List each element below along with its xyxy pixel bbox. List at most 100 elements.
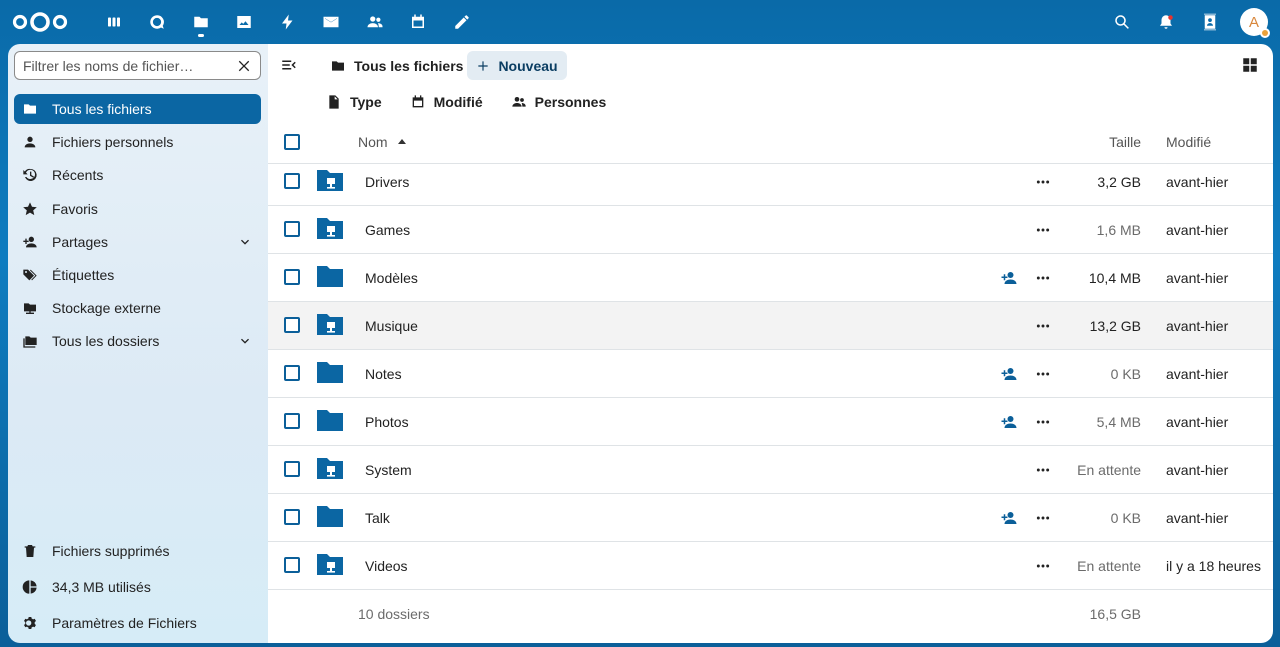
nav-item-recent[interactable]: Récents xyxy=(14,160,261,190)
talk-app[interactable] xyxy=(136,0,180,44)
share-icon xyxy=(1001,272,1017,284)
chevron-down-icon[interactable] xyxy=(237,333,253,349)
actions-menu-button[interactable] xyxy=(1033,508,1053,528)
sort-by-name-button[interactable]: Nom xyxy=(358,134,406,150)
file-row[interactable]: System En attente avant-hier xyxy=(268,446,1273,494)
share-button[interactable] xyxy=(1000,413,1018,431)
pie-chart-icon xyxy=(22,580,37,594)
file-name[interactable]: Talk xyxy=(365,510,390,526)
row-checkbox[interactable] xyxy=(284,461,300,477)
nextcloud-logo[interactable] xyxy=(12,10,68,34)
nav-item-label: Tous les fichiers xyxy=(52,101,152,117)
grid-view-toggle[interactable] xyxy=(1241,56,1261,76)
file-name[interactable]: Notes xyxy=(365,366,402,382)
actions-menu-button[interactable] xyxy=(1033,316,1053,336)
external-folder-icon xyxy=(316,552,344,576)
actions-menu-button[interactable] xyxy=(1033,460,1053,480)
file-list: Drivers 3,2 GB avant-hier Games 1,6 MB avant-… xyxy=(268,158,1273,590)
actions-menu-button[interactable] xyxy=(1033,412,1053,432)
clear-filter-button[interactable] xyxy=(236,58,252,74)
user-avatar[interactable]: A xyxy=(1240,8,1270,38)
files-content: Tous les fichiers Nouveau Type Modifié P… xyxy=(268,44,1273,643)
file-row[interactable]: Talk 0 KB avant-hier xyxy=(268,494,1273,542)
filter-people-button[interactable]: Personnes xyxy=(511,88,606,116)
nav-item-favorites[interactable]: Favoris xyxy=(14,194,261,224)
status-indicator xyxy=(1260,28,1270,38)
file-name[interactable]: Drivers xyxy=(365,174,409,190)
folder-icon xyxy=(24,104,36,114)
nav-item-external-storage[interactable]: Stockage externe xyxy=(14,293,261,323)
files-app[interactable] xyxy=(179,0,223,44)
notifications-button[interactable] xyxy=(1144,0,1188,44)
talk-icon xyxy=(150,15,165,29)
share-icon xyxy=(1001,512,1017,524)
filter-input[interactable] xyxy=(23,57,228,74)
file-name[interactable]: Photos xyxy=(365,414,409,430)
nav-item-shares[interactable]: Partages xyxy=(14,227,261,257)
filter-type-button[interactable]: Type xyxy=(326,88,382,116)
new-button[interactable]: Nouveau xyxy=(467,51,567,80)
file-row[interactable]: Videos En attente il y a 18 heures xyxy=(268,542,1273,590)
row-checkbox[interactable] xyxy=(284,413,300,429)
share-button[interactable] xyxy=(1000,509,1018,527)
nav-item-personal-files[interactable]: Fichiers personnels xyxy=(14,127,261,157)
file-row[interactable]: Musique 13,2 GB avant-hier xyxy=(268,302,1273,350)
nav-item-all-folders[interactable]: Tous les dossiers xyxy=(14,326,261,356)
row-checkbox[interactable] xyxy=(284,365,300,381)
mail-app[interactable] xyxy=(310,0,354,44)
nav-item-trashbin[interactable]: Fichiers supprimés xyxy=(14,536,261,566)
sort-by-modified-button[interactable]: Modifié xyxy=(1166,134,1211,150)
actions-menu-button[interactable] xyxy=(1033,556,1053,576)
file-row[interactable]: Notes 0 KB avant-hier xyxy=(268,350,1273,398)
nav-item-tags[interactable]: Étiquettes xyxy=(14,260,261,290)
file-row[interactable]: Modèles 10,4 MB avant-hier xyxy=(268,254,1273,302)
file-modified: avant-hier xyxy=(1166,317,1229,334)
share-button[interactable] xyxy=(1000,365,1018,383)
actions-menu-button[interactable] xyxy=(1033,220,1053,240)
sort-by-size-button[interactable]: Taille xyxy=(1109,134,1141,150)
nav-item-all-files[interactable]: Tous les fichiers xyxy=(14,94,261,124)
more-horizontal-icon xyxy=(1036,564,1050,568)
file-row[interactable]: Photos 5,4 MB avant-hier xyxy=(268,398,1273,446)
actions-menu-button[interactable] xyxy=(1033,172,1053,192)
gear-icon xyxy=(24,617,36,629)
activity-app[interactable] xyxy=(266,0,310,44)
notes-app[interactable] xyxy=(440,0,484,44)
file-size: 13,2 GB xyxy=(1089,317,1141,334)
actions-menu-button[interactable] xyxy=(1033,364,1053,384)
file-modified: avant-hier xyxy=(1166,221,1229,238)
row-checkbox[interactable] xyxy=(284,317,300,333)
select-all-checkbox[interactable] xyxy=(284,133,300,150)
file-name[interactable]: Videos xyxy=(365,558,408,574)
contacts-menu-button[interactable] xyxy=(1188,0,1232,44)
file-modified: avant-hier xyxy=(1166,269,1229,286)
file-row[interactable]: Games 1,6 MB avant-hier xyxy=(268,206,1273,254)
calendar-app[interactable] xyxy=(397,0,441,44)
nav-item-files-settings[interactable]: Paramètres de Fichiers xyxy=(14,608,261,638)
chevron-down-icon[interactable] xyxy=(237,234,253,250)
dashboard-app[interactable] xyxy=(92,0,136,44)
file-row[interactable]: Drivers 3,2 GB avant-hier xyxy=(268,158,1273,206)
toggle-navigation-button[interactable] xyxy=(280,56,300,76)
row-checkbox[interactable] xyxy=(284,269,300,285)
file-name[interactable]: Musique xyxy=(365,318,418,334)
row-checkbox[interactable] xyxy=(284,221,300,237)
file-name[interactable]: System xyxy=(365,462,412,478)
bell-icon xyxy=(1160,15,1173,29)
row-checkbox[interactable] xyxy=(284,173,300,189)
contacts-app[interactable] xyxy=(353,0,397,44)
share-icon xyxy=(1001,368,1017,380)
breadcrumb-all-files[interactable]: Tous les fichiers xyxy=(322,51,471,81)
more-horizontal-icon xyxy=(1036,468,1050,472)
actions-menu-button[interactable] xyxy=(1033,268,1053,288)
photos-app[interactable] xyxy=(223,0,267,44)
filter-modified-button[interactable]: Modifié xyxy=(410,88,483,116)
nav-item-label: Tous les dossiers xyxy=(52,333,160,350)
row-checkbox[interactable] xyxy=(284,557,300,573)
unified-search-button[interactable] xyxy=(1100,0,1144,44)
tag-icon xyxy=(23,269,37,281)
file-name[interactable]: Games xyxy=(365,222,410,238)
share-button[interactable] xyxy=(1000,269,1018,287)
file-name[interactable]: Modèles xyxy=(365,270,418,286)
row-checkbox[interactable] xyxy=(284,509,300,525)
